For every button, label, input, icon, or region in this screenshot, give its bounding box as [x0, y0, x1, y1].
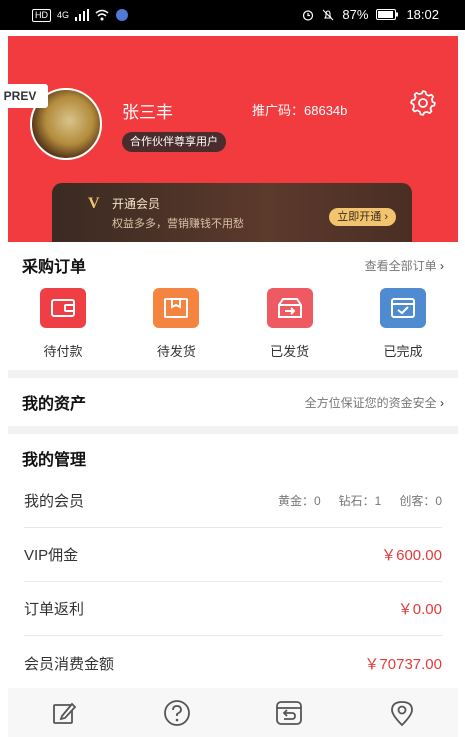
- order-shipped[interactable]: 已发货: [245, 288, 335, 370]
- order-label: 已发货: [270, 344, 310, 359]
- section-divider: [8, 426, 458, 434]
- order-rebate-row[interactable]: 订单返利 ￥0.00: [24, 582, 442, 636]
- vip-commission-row[interactable]: VIP佣金 ￥600.00: [24, 528, 442, 582]
- vip-commission-label: VIP佣金: [24, 547, 79, 564]
- wallet-icon: [40, 288, 86, 328]
- rebate-label: 订单返利: [24, 601, 85, 618]
- settings-button[interactable]: [408, 88, 438, 118]
- promo-code: 推广码：68634b: [252, 103, 348, 118]
- profile-header: 张三丰 推广码：68634b 合作伙伴尊享用户 V 开通会员 权益多多，营销赚钱…: [8, 36, 458, 243]
- view-all-orders-link[interactable]: 查看全部订单 ›: [365, 257, 444, 274]
- vip-card[interactable]: V 开通会员 权益多多，营销赚钱不用愁 立即开通 ›: [52, 183, 412, 243]
- management-title: 我的管理: [22, 452, 87, 469]
- orders-header: 采购订单 查看全部订单 ›: [8, 242, 458, 288]
- assets-section[interactable]: 我的资产 全方位保证您的资金安全 ›: [8, 378, 458, 426]
- vip-commission-value: ￥600.00: [381, 547, 442, 564]
- signal-icon: [75, 9, 90, 21]
- member-consumption-row[interactable]: 会员消费金额 ￥70737.00: [24, 636, 442, 690]
- battery-percent: 87%: [342, 7, 369, 22]
- return-icon: [276, 700, 303, 725]
- prev-button[interactable]: PREV: [0, 84, 48, 108]
- assets-header: 我的资产 全方位保证您的资金安全 ›: [8, 378, 458, 426]
- battery-icon: [376, 9, 399, 20]
- my-members-row[interactable]: 我的会员 黄金：0 钻石：1 创客：0: [24, 474, 442, 528]
- assets-security-link[interactable]: 全方位保证您的资金安全 ›: [305, 394, 444, 411]
- partner-badge: 合作伙伴尊享用户: [122, 132, 226, 152]
- order-pending-shipment[interactable]: 待发货: [131, 288, 221, 370]
- help-icon: [163, 699, 190, 726]
- app-notification-icon: [116, 9, 129, 21]
- wifi-icon: [95, 9, 109, 21]
- completed-icon: [379, 288, 426, 328]
- order-completed[interactable]: 已完成: [358, 288, 448, 370]
- view-all-orders-label: 查看全部订单: [364, 258, 437, 273]
- gear-icon: [410, 90, 436, 116]
- vip-open-label: 立即开通: [337, 211, 382, 223]
- order-label: 待付款: [43, 344, 83, 359]
- bottom-nav: [8, 688, 458, 737]
- status-left: HD 4G: [32, 8, 129, 22]
- alarm-icon: [303, 9, 314, 21]
- orders-section: 采购订单 查看全部订单 › 待付款 待发货 已发货 已完成: [8, 242, 458, 370]
- status-right: 87% 18:02: [302, 7, 439, 22]
- member-stats: 黄金：0 钻石：1 创客：0: [278, 492, 442, 509]
- vip-open-button[interactable]: 立即开通 ›: [329, 208, 396, 226]
- diamond-count: 钻石：1: [338, 494, 382, 508]
- vip-title: 开通会员: [112, 197, 161, 211]
- user-name: 张三丰: [122, 103, 173, 122]
- order-label: 已完成: [383, 344, 423, 359]
- management-header: 我的管理: [8, 434, 458, 474]
- order-label: 待发货: [156, 344, 196, 359]
- edit-icon: [53, 702, 77, 724]
- founder-count: 创客：0: [399, 494, 442, 508]
- vip-crown-icon: V: [88, 195, 100, 212]
- management-section: 我的管理 我的会员 黄金：0 钻石：1 创客：0 VIP佣金 ￥600.00 订…: [8, 434, 458, 690]
- vip-subtitle: 权益多多，营销赚钱不用愁: [112, 218, 244, 230]
- shipped-box-icon: [266, 288, 313, 328]
- signal-indicator: 4G: [57, 10, 70, 20]
- chevron-right-icon: ›: [440, 395, 444, 410]
- consumption-value: ￥70737.00: [364, 655, 442, 673]
- rebate-value: ￥0.00: [397, 601, 442, 618]
- mute-icon: [323, 9, 334, 20]
- consumption-label: 会员消费金额: [24, 655, 115, 673]
- assets-security-label: 全方位保证您的资金安全: [304, 395, 437, 410]
- chevron-right-icon: ›: [440, 258, 444, 273]
- nav-return[interactable]: [269, 693, 309, 733]
- gold-count: 黄金：0: [277, 494, 321, 508]
- section-divider: [8, 370, 458, 378]
- orders-title: 采购订单: [22, 259, 87, 276]
- members-label: 我的会员: [24, 493, 85, 510]
- main-content: 采购订单 查看全部订单 › 待付款 待发货 已发货 已完成 我的资产 全方位保证…: [8, 242, 458, 690]
- nav-edit[interactable]: [44, 693, 84, 733]
- status-bar: HD 4G 87% 18:02: [0, 0, 465, 30]
- package-icon: [153, 288, 200, 328]
- clock: 18:02: [406, 7, 439, 22]
- orders-row: 待付款 待发货 已发货 已完成: [8, 288, 458, 370]
- order-pending-payment[interactable]: 待付款: [18, 288, 108, 370]
- nav-help[interactable]: [157, 693, 197, 733]
- location-icon: [390, 700, 413, 726]
- hd-badge: HD: [32, 8, 51, 22]
- nav-location[interactable]: [382, 693, 422, 733]
- assets-title: 我的资产: [22, 396, 87, 413]
